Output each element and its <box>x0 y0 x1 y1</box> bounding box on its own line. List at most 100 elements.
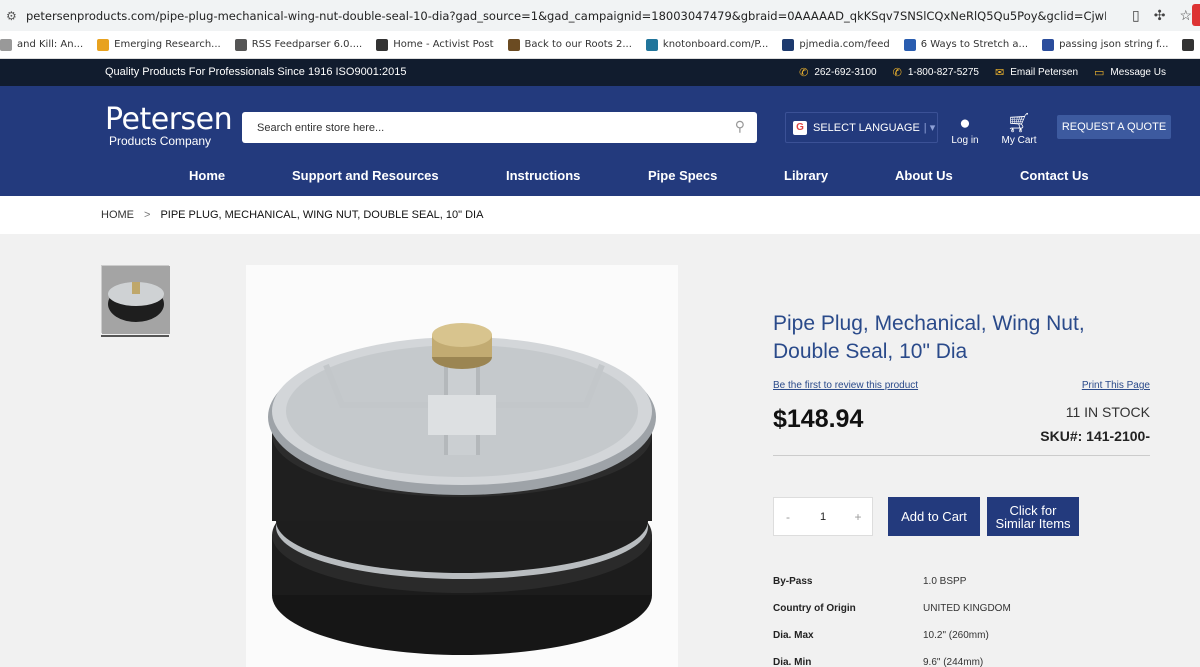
phone-icon: ✆ <box>892 67 902 79</box>
qty-increase-button[interactable]: + <box>844 510 872 524</box>
cal-icon <box>903 38 916 51</box>
spec-key: Dia. Min <box>773 657 812 667</box>
phone-link-1[interactable]: ✆ 262-692-3100 <box>799 66 877 79</box>
circle-icon <box>507 38 520 51</box>
nav-library[interactable]: Library <box>784 168 828 183</box>
review-link[interactable]: Be the first to review this product <box>773 380 918 391</box>
ps-icon <box>1042 38 1055 51</box>
search-icon[interactable]: ⚲ <box>735 118 745 135</box>
login-button[interactable]: ● Log in <box>945 113 985 146</box>
phone-link-2[interactable]: ✆ 1-800-827-5275 <box>893 66 979 79</box>
bookmark-item[interactable]: 6 Ways to Stretch a... <box>903 38 1029 51</box>
top-info-strip: Quality Products For Professionals Since… <box>0 59 1200 86</box>
login-label: Log in <box>951 135 979 146</box>
company-logo[interactable]: Petersen Products Company <box>105 102 233 148</box>
phone-icon: ✆ <box>799 67 809 79</box>
product-price: $148.94 <box>773 405 864 433</box>
google-translate-icon: G <box>793 120 807 135</box>
search-input[interactable] <box>242 121 712 134</box>
company-tagline: Quality Products For Professionals Since… <box>105 66 407 78</box>
cart-button[interactable]: 🛒︎ My Cart <box>999 113 1039 146</box>
bookmark-star-icon[interactable]: ☆ <box>1179 7 1192 24</box>
bookmark-item[interactable]: portal.netactuate.co... <box>1182 38 1200 51</box>
cart-icon: 🛒︎ <box>1006 113 1032 134</box>
divider <box>773 455 1150 456</box>
add-to-cart-button[interactable]: Add to Cart <box>888 497 980 536</box>
search-box: ⚲ <box>242 112 757 143</box>
browser-address-bar: ⚙ petersenproducts.com/pipe-plug-mechani… <box>0 0 1200 31</box>
bookmark-item[interactable]: pjmedia.com/feed <box>782 38 890 51</box>
product-thumbnail[interactable] <box>101 265 170 334</box>
phone-1-text: 262-692-3100 <box>814 67 877 78</box>
spec-row: Country of Origin UNITED KINGDOM <box>773 603 1150 617</box>
extension-badge-icon[interactable] <box>1192 4 1200 26</box>
language-selector[interactable]: G SELECT LANGUAGE | ▾ <box>785 112 938 143</box>
product-title: Pipe Plug, Mechanical, Wing Nut, Double … <box>773 312 1085 363</box>
similar-items-button[interactable]: Click for Similar Items <box>987 497 1079 536</box>
bookmark-item[interactable]: Home - Activist Post <box>376 38 494 51</box>
bookmark-label: RSS Feedparser 6.0.... <box>251 39 363 50</box>
spec-key: Country of Origin <box>773 603 856 614</box>
message-icon: ▭ <box>1094 67 1105 79</box>
bookmark-label: knotonboard.com/P... <box>662 39 769 50</box>
product-image[interactable] <box>246 265 678 667</box>
bookmark-item[interactable]: passing json string f... <box>1042 38 1169 51</box>
language-label: SELECT LANGUAGE <box>813 121 920 134</box>
bookmarks-bar: and Kill: An... Emerging Research... RSS F… <box>0 31 1200 59</box>
request-quote-button[interactable]: REQUEST A QUOTE <box>1057 115 1171 139</box>
email-link[interactable]: ✉ Email Petersen <box>995 66 1078 79</box>
chevron-down-icon: | ▾ <box>923 122 936 134</box>
spec-row: Dia. Max 10.2" (260mm) <box>773 630 1150 644</box>
spec-row: By-Pass 1.0 BSPP <box>773 576 1150 590</box>
pj-icon <box>782 38 795 51</box>
spec-key: Dia. Max <box>773 630 814 641</box>
nav-pipe-specs[interactable]: Pipe Specs <box>648 168 717 183</box>
extensions-icon[interactable]: ✣ <box>1154 7 1166 24</box>
qty-decrease-button[interactable]: - <box>774 510 802 524</box>
browser-actions: ▯ ✣ ☆ <box>1132 7 1192 24</box>
spec-value: 10.2" (260mm) <box>923 630 989 641</box>
logo-main-text: Petersen <box>105 102 233 137</box>
product-sku: SKU#: 141-2100- <box>1040 428 1150 444</box>
qty-input[interactable]: 1 <box>802 511 844 523</box>
message-link[interactable]: ▭ Message Us <box>1094 66 1166 79</box>
print-page-link[interactable]: Print This Page <box>1082 380 1150 391</box>
site-header: Petersen Products Company ⚲ G SELECT LAN… <box>0 86 1200 196</box>
nav-instructions[interactable]: Instructions <box>506 168 580 183</box>
bookmark-item[interactable]: Emerging Research... <box>97 38 221 51</box>
bookmark-label: Emerging Research... <box>114 39 221 50</box>
user-icon: ● <box>959 113 971 134</box>
nav-about[interactable]: About Us <box>895 168 953 183</box>
spec-value: 1.0 BSPP <box>923 576 967 587</box>
stock-status: 11 IN STOCK <box>1065 404 1150 420</box>
nav-support[interactable]: Support and Resources <box>292 168 439 183</box>
bookmark-item[interactable]: and Kill: An... <box>0 38 83 51</box>
contact-links: ✆ 262-692-3100 ✆ 1-800-827-5275 ✉ Email Pet… <box>799 66 1166 79</box>
message-text: Message Us <box>1110 67 1166 78</box>
site-settings-icon[interactable]: ⚙ <box>6 9 26 23</box>
spec-value: UNITED KINGDOM <box>923 603 1011 614</box>
bookmark-label: passing json string f... <box>1059 39 1169 50</box>
email-text: Email Petersen <box>1010 67 1079 78</box>
bookmark-item[interactable]: RSS Feedparser 6.0.... <box>234 38 363 51</box>
breadcrumb-home[interactable]: HOME <box>101 209 134 221</box>
thumbnail-active-indicator <box>101 335 169 337</box>
bookmark-item[interactable]: Back to our Roots 2... <box>507 38 632 51</box>
bookmark-item[interactable]: knotonboard.com/P... <box>645 38 769 51</box>
bookmark-label: 6 Ways to Stretch a... <box>920 39 1029 50</box>
clipboard-icon[interactable]: ▯ <box>1132 7 1140 24</box>
plus-icon <box>97 38 110 51</box>
similar-items-line2: Similar Items <box>995 515 1071 531</box>
bookmark-label: Home - Activist Post <box>393 39 494 50</box>
eye-icon <box>376 38 389 51</box>
nav-home[interactable]: Home <box>189 168 225 183</box>
wordpress-icon <box>645 38 658 51</box>
cart-label: My Cart <box>1001 135 1037 146</box>
breadcrumb: HOME > PIPE PLUG, MECHANICAL, WING NUT, … <box>0 196 1200 234</box>
url-field[interactable]: petersenproducts.com/pipe-plug-mechanica… <box>26 9 1106 23</box>
page-icon <box>0 38 12 51</box>
spec-value: 9.6" (244mm) <box>923 657 984 667</box>
net-icon <box>1182 38 1195 51</box>
product-main: Pipe Plug, Mechanical, Wing Nut, Double … <box>0 234 1200 667</box>
nav-contact[interactable]: Contact Us <box>1020 168 1089 183</box>
